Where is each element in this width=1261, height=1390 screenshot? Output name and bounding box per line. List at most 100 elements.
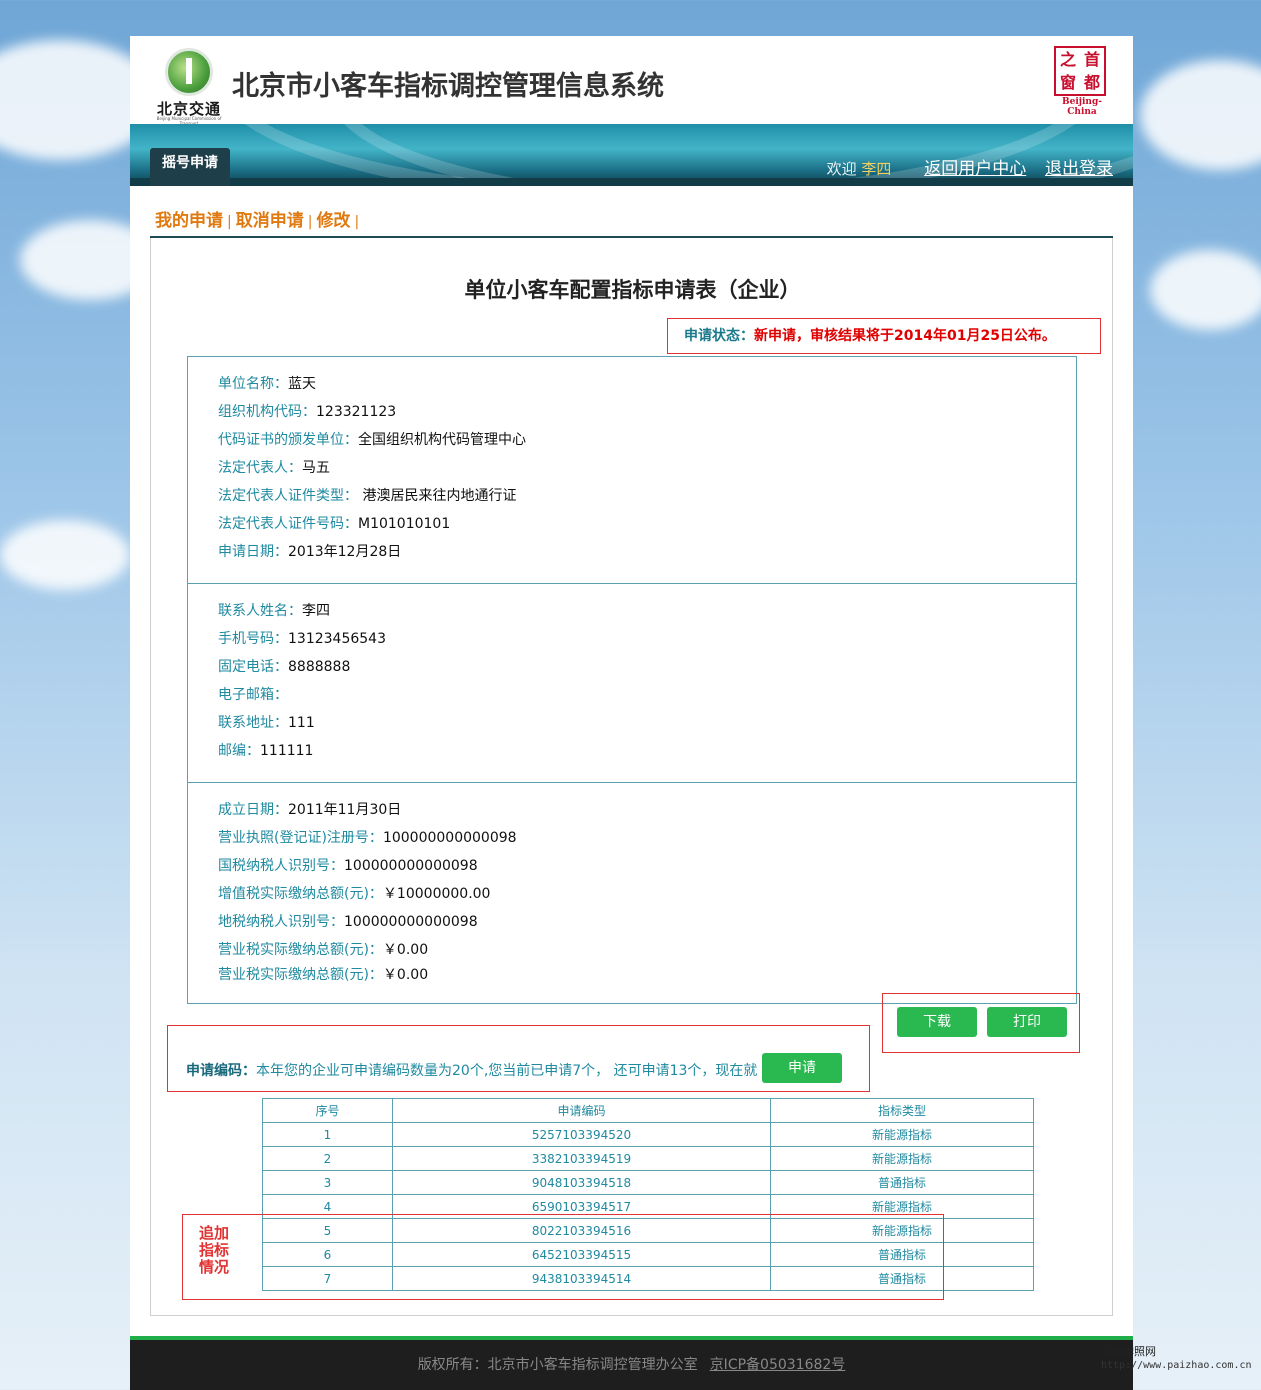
- print-button[interactable]: 打印: [987, 1007, 1067, 1037]
- field-label: 联系人姓名：: [218, 603, 302, 619]
- application-status-box: 申请状态：新申请，审核结果将于2014年01月25日公布。: [667, 318, 1101, 354]
- field-label: 电子邮箱：: [218, 687, 288, 703]
- column-header: 申请编码: [392, 1098, 771, 1123]
- welcome-text: 欢迎: [826, 160, 857, 178]
- company-info-table: 单位名称：蓝天 组织机构代码：123321123 代码证书的颁发单位：全国组织机…: [187, 356, 1077, 1004]
- back-to-user-center-link[interactable]: 返回用户中心: [924, 159, 1026, 179]
- apply-code-highlight: 申请编码：本年您的企业可申请编码数量为20个,您当前已申请7个， 还可申请13个…: [167, 1025, 870, 1092]
- info-row: 营业税实际缴纳总额(元)：￥0.00: [218, 937, 1046, 965]
- info-row: 申请日期：2013年12月28日: [218, 539, 1046, 567]
- footer-icp-link[interactable]: 京ICP备05031682号: [710, 1357, 846, 1373]
- logout-link[interactable]: 退出登录: [1045, 159, 1113, 179]
- row-code: 3382103394519: [392, 1146, 771, 1171]
- field-label: 固定电话：: [218, 659, 288, 675]
- row-index: 3: [262, 1170, 393, 1195]
- status-value: 新申请，审核结果将于2014年01月25日公布。: [754, 328, 1056, 344]
- apply-button[interactable]: 申请: [762, 1053, 842, 1083]
- seal-char: 之: [1059, 50, 1076, 69]
- subnav-separator: |: [354, 214, 360, 230]
- field-label: 增值税实际缴纳总额(元)：: [218, 886, 383, 902]
- seal-char: 窗: [1059, 73, 1076, 92]
- field-value: 马五: [302, 460, 330, 476]
- site-title: 北京市小客车指标调控管理信息系统: [232, 71, 664, 102]
- info-row: 邮编：111111: [218, 738, 1046, 766]
- row-type: 新能源指标: [770, 1122, 1034, 1147]
- field-label: 联系地址：: [218, 715, 288, 731]
- info-row: 联系地址：111: [218, 710, 1046, 738]
- seal-char: 首: [1083, 50, 1100, 69]
- field-value: 李四: [302, 603, 330, 619]
- info-row: 成立日期：2011年11月30日: [218, 797, 1046, 825]
- field-value: 港澳居民来往内地通行证: [358, 488, 517, 504]
- row-type: 新能源指标: [770, 1146, 1034, 1171]
- status-label: 申请状态：: [684, 328, 754, 344]
- logo-mark: [186, 58, 192, 84]
- field-label: 邮编：: [218, 743, 260, 759]
- company-basic-section: 单位名称：蓝天 组织机构代码：123321123 代码证书的颁发单位：全国组织机…: [188, 357, 1076, 584]
- background-cloud: [0, 520, 130, 590]
- tab-lottery-application[interactable]: 摇号申请: [150, 148, 230, 186]
- footer-copyright: 版权所有：北京市小客车指标调控管理办公室: [417, 1357, 698, 1373]
- apply-code-text: 申请编码：本年您的企业可申请编码数量为20个,您当前已申请7个， 还可申请13个…: [186, 1060, 757, 1080]
- user-bar: 欢迎 李四 返回用户中心 退出登录: [827, 154, 1113, 179]
- field-label: 国税纳税人识别号：: [218, 858, 344, 874]
- info-row: 手机号码：13123456543: [218, 626, 1046, 654]
- contact-section: 联系人姓名：李四 手机号码：13123456543 固定电话：8888888 电…: [188, 584, 1076, 783]
- field-value: 100000000000098: [344, 858, 478, 874]
- beijing-transport-logo: 北京交通 Beijing Municipal Commission of Tra…: [150, 46, 228, 126]
- tax-section: 成立日期：2011年11月30日 营业执照(登记证)注册号：1000000000…: [188, 783, 1076, 1003]
- subnav-my-applications[interactable]: 我的申请: [155, 211, 223, 231]
- field-value: ￥0.00: [382, 967, 429, 983]
- seal-char: 都: [1083, 73, 1100, 92]
- info-row: 法定代表人证件类型： 港澳居民来往内地通行证: [218, 483, 1046, 511]
- site-footer: 版权所有：北京市小客车指标调控管理办公室 京ICP备05031682号: [130, 1340, 1133, 1390]
- seal-caption: Beijing-China: [1062, 97, 1102, 117]
- field-value: ￥0.00: [382, 942, 429, 958]
- extra-quota-label: 追加指标情况: [199, 1224, 230, 1276]
- watermark-name: 中国牌照网: [1101, 1345, 1156, 1358]
- field-value: 2013年12月28日: [288, 544, 402, 560]
- subnav-modify[interactable]: 修改: [316, 211, 350, 231]
- info-row: 地税纳税人识别号：100000000000098: [218, 909, 1046, 937]
- field-value: ￥10000000.00: [382, 886, 491, 902]
- info-row: 单位名称：蓝天: [218, 371, 1046, 399]
- field-value: 100000000000098: [344, 914, 478, 930]
- sub-navigation: 我的申请 | 取消申请 | 修改 |: [155, 206, 363, 231]
- field-value: 123321123: [316, 404, 397, 420]
- field-label: 成立日期：: [218, 802, 288, 818]
- watermark-url: http://www.paizhao.com.cn: [1101, 1360, 1252, 1371]
- field-label: 代码证书的颁发单位：: [218, 432, 358, 448]
- site-watermark: 中国牌照网 http://www.paizhao.com.cn: [1101, 1345, 1252, 1373]
- download-button[interactable]: 下载: [897, 1007, 977, 1037]
- info-row: 代码证书的颁发单位：全国组织机构代码管理中心: [218, 427, 1046, 455]
- info-row: 固定电话：8888888: [218, 654, 1046, 682]
- row-code: 5257103394520: [392, 1122, 771, 1147]
- column-header: 序号: [262, 1098, 393, 1123]
- subnav-separator: |: [227, 214, 232, 230]
- nav-banner: 摇号申请 欢迎 李四 返回用户中心 退出登录: [130, 124, 1133, 186]
- subnav-cancel-application[interactable]: 取消申请: [236, 211, 304, 231]
- site-header: 北京交通 Beijing Municipal Commission of Tra…: [130, 36, 1133, 126]
- column-header: 指标类型: [770, 1098, 1034, 1123]
- field-value: 8888888: [288, 659, 351, 675]
- field-value: 全国组织机构代码管理中心: [358, 432, 526, 448]
- info-row: 联系人姓名：李四: [218, 598, 1046, 626]
- table-row: 1 5257103394520 新能源指标: [262, 1122, 1034, 1147]
- table-header-row: 序号 申请编码 指标类型: [262, 1098, 1034, 1123]
- field-label: 手机号码：: [218, 631, 288, 647]
- field-value: 2011年11月30日: [288, 802, 402, 818]
- capital-window-seal: 之 首 窗 都 Beijing-China: [1054, 46, 1110, 117]
- info-row: 法定代表人：马五: [218, 455, 1046, 483]
- field-label: 法定代表人：: [218, 460, 302, 476]
- field-label: 法定代表人证件类型：: [218, 488, 358, 504]
- table-row: 2 3382103394519 新能源指标: [262, 1146, 1034, 1171]
- username: 李四: [861, 160, 892, 178]
- field-value: 100000000000098: [382, 830, 517, 846]
- background-cloud: [1150, 250, 1261, 330]
- info-row: 增值税实际缴纳总额(元)：￥10000000.00: [218, 881, 1046, 909]
- page-container: 北京交通 Beijing Municipal Commission of Tra…: [130, 36, 1133, 1390]
- apply-code-label: 申请编码：: [186, 1063, 256, 1079]
- field-label: 营业税实际缴纳总额(元)：: [218, 942, 383, 958]
- application-form-panel: 单位小客车配置指标申请表（企业） 申请状态：新申请，审核结果将于2014年01月…: [150, 238, 1113, 1316]
- field-value: 13123456543: [288, 631, 386, 647]
